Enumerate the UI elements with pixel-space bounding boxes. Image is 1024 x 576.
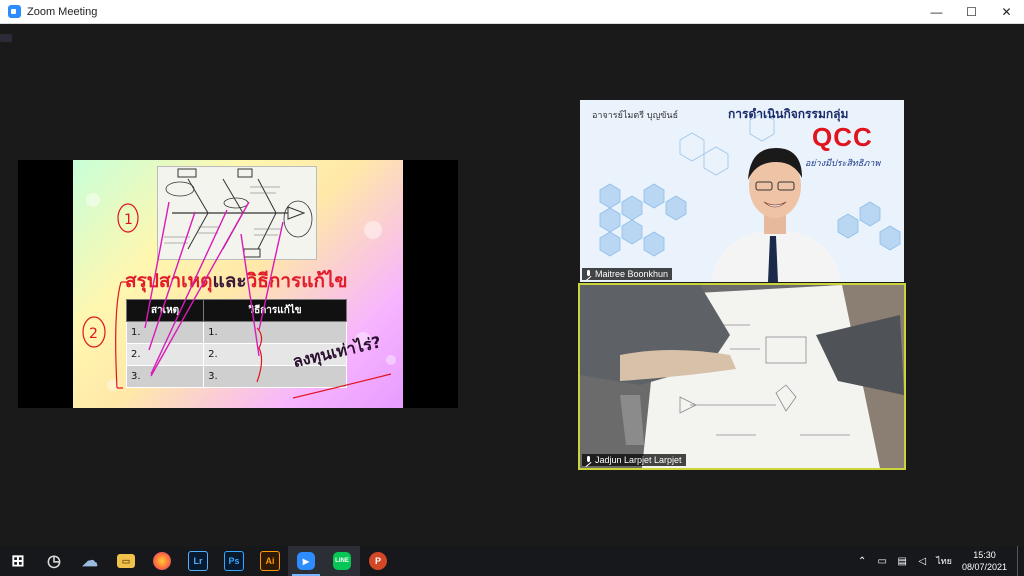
taskbar-line[interactable]: LINE: [324, 546, 360, 576]
start-button[interactable]: ⊞: [0, 546, 36, 576]
taskbar-file-explorer[interactable]: ▭: [108, 546, 144, 576]
taskbar-illustrator[interactable]: Ai: [252, 546, 288, 576]
zoom-icon: ▶: [297, 552, 315, 570]
taskbar-photoshop[interactable]: Ps: [216, 546, 252, 576]
network-icon[interactable]: ▤: [895, 554, 909, 568]
clock-icon: ◷: [47, 553, 61, 570]
volume-icon[interactable]: ◁: [915, 554, 929, 568]
floating-toolbar-tab[interactable]: [0, 34, 12, 42]
table-row: 1. 1.: [125, 321, 347, 344]
taskbar-clock[interactable]: 15:30 08/07/2021: [962, 549, 1007, 573]
background-brand: QCC: [812, 122, 873, 152]
table-cell: 2.: [125, 343, 205, 366]
window-title: Zoom Meeting: [27, 5, 98, 18]
slide-heading: สรุปสาเหตุและวิธีการแก้ไข: [125, 266, 348, 296]
taskbar-weather[interactable]: ☁: [72, 546, 108, 576]
background-presenter-name: อาจารย์ไมตรี บุญขันธ์: [592, 111, 679, 121]
mic-muted-icon: [585, 269, 592, 279]
taskbar-lightroom[interactable]: Lr: [180, 546, 216, 576]
powerpoint-icon: P: [369, 552, 387, 570]
shared-screen[interactable]: สรุปสาเหตุและวิธีการแก้ไข สาเหตุ วิธีการ…: [18, 160, 458, 408]
show-hidden-icons-chevron-icon[interactable]: ⌃: [855, 554, 869, 568]
heading-and: และ: [212, 270, 247, 292]
folder-icon: ▭: [117, 554, 135, 568]
windows-taskbar: ⊞ ◷ ☁ ▭ ● Lr Ps Ai ▶ LINE P ⌃ ▭ ▤ ◁ ไทย …: [0, 546, 1024, 576]
participant-name-label: Maitree Boonkhun: [582, 268, 673, 280]
show-desktop-button[interactable]: [1017, 546, 1024, 576]
close-button[interactable]: ✕: [989, 0, 1024, 23]
table-cell: 1.: [125, 321, 205, 344]
participant-name: Maitree Boonkhun: [595, 269, 669, 279]
zoom-app-icon: [8, 5, 21, 18]
causes-solutions-table: สาเหตุ วิธีการแก้ไข 1. 1. 2. 2. 3. 3.: [125, 299, 347, 388]
clock-date: 08/07/2021: [961, 562, 1007, 572]
participant-name: Jadjun Larpjet Larpjet: [595, 455, 682, 465]
fishbone-diagram: [157, 166, 317, 260]
lightroom-icon: Lr: [188, 551, 208, 571]
minimize-button[interactable]: —: [919, 0, 954, 23]
taskbar-firefox[interactable]: ●: [144, 546, 180, 576]
whiteboard-camera-feed: [580, 285, 904, 468]
taskbar-zoom[interactable]: ▶: [288, 546, 324, 576]
input-language[interactable]: ไทย: [936, 554, 952, 568]
background-subtitle: อย่างมีประสิทธิภาพ: [805, 159, 881, 169]
weather-icon: ☁: [82, 553, 98, 570]
table-cell: 3.: [125, 365, 205, 388]
shared-slide: สรุปสาเหตุและวิธีการแก้ไข สาเหตุ วิธีการ…: [73, 160, 403, 408]
participant-video-tile[interactable]: อาจารย์ไมตรี บุญขันธ์ การดำเนินกิจกรรมกล…: [580, 100, 904, 282]
heading-solutions: วิธีการแก้ไข: [246, 270, 348, 292]
meeting-area: สรุปสาเหตุและวิธีการแก้ไข สาเหตุ วิธีการ…: [0, 24, 1024, 546]
participant-name-label: Jadjun Larpjet Larpjet: [582, 454, 686, 466]
maximize-button[interactable]: ☐: [954, 0, 989, 23]
table-header-causes: สาเหตุ: [125, 299, 205, 322]
mic-muted-icon: [585, 455, 592, 465]
window-titlebar: Zoom Meeting — ☐ ✕: [0, 0, 1024, 24]
battery-icon[interactable]: ▭: [875, 554, 889, 568]
firefox-icon: ●: [153, 552, 171, 570]
heading-causes: สรุปสาเหตุ: [125, 270, 213, 292]
windows-logo-icon: ⊞: [11, 553, 25, 570]
window-controls: — ☐ ✕: [919, 0, 1024, 23]
line-icon: LINE: [333, 552, 351, 570]
photoshop-icon: Ps: [224, 551, 244, 571]
active-speaker-video-tile[interactable]: Jadjun Larpjet Larpjet: [578, 283, 906, 470]
illustrator-icon: Ai: [260, 551, 280, 571]
clock-time: 15:30: [973, 550, 996, 560]
taskbar-powerpoint[interactable]: P: [360, 546, 396, 576]
system-tray: ⌃ ▭ ▤ ◁ ไทย 15:30 08/07/2021: [852, 546, 1024, 576]
table-cell: 3.: [203, 365, 347, 388]
table-cell: 1.: [203, 321, 347, 344]
taskbar-clock-app[interactable]: ◷: [36, 546, 72, 576]
table-header-solutions: วิธีการแก้ไข: [203, 299, 347, 322]
